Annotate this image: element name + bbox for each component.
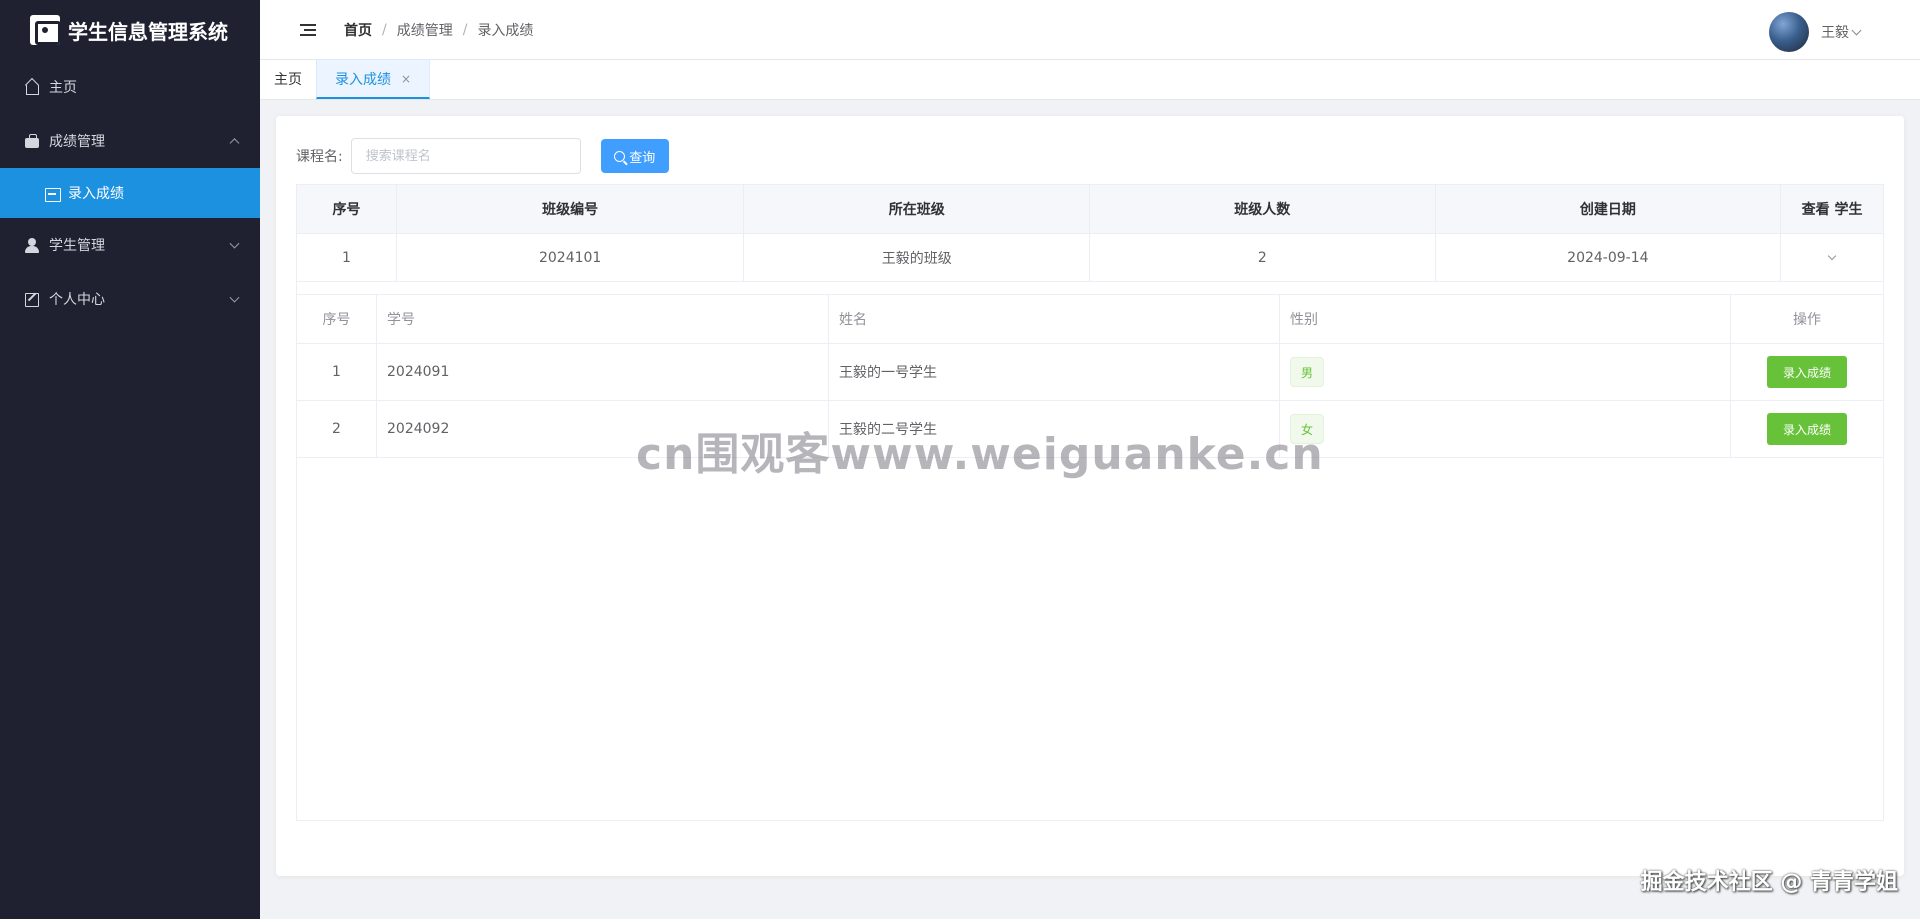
page-tabs: 主页 录入成绩 ×: [260, 59, 1920, 100]
tab-enter-grades[interactable]: 录入成绩 ×: [316, 59, 431, 99]
breadcrumb-grade-management: 成绩管理: [396, 22, 453, 39]
class-table: 序号 班级编号 所在班级 班级人数 创建日期 查看 学生 1 2024101 王…: [296, 184, 1884, 282]
logo-icon: [30, 15, 60, 45]
query-button[interactable]: 查询: [600, 139, 669, 173]
tab-home[interactable]: 主页: [260, 59, 316, 99]
column-header: 序号: [297, 295, 377, 343]
column-header: 性别: [1280, 295, 1731, 343]
table-row[interactable]: 1 2024101 王毅的班级 2 2024-09-14: [297, 233, 1883, 281]
watermark-center: cn围观客www.weiguanke.cn: [636, 429, 1324, 480]
column-header: 班级编号: [397, 185, 745, 233]
enter-grade-button[interactable]: 录入成绩: [1767, 413, 1847, 445]
chevron-down-icon: [1851, 25, 1862, 35]
course-search-input[interactable]: [350, 138, 581, 174]
sidebar-item-label: 成绩管理: [49, 134, 105, 150]
tab-label: 主页: [274, 72, 302, 88]
cell-index: 2: [297, 401, 377, 457]
sidebar-item-label: 学生管理: [49, 238, 105, 254]
briefcase-icon: [24, 133, 40, 149]
sidebar-item-grade-management[interactable]: 成绩管理: [0, 114, 260, 168]
cell-index: 1: [297, 344, 377, 400]
cell-created-date: 2024-09-14: [1436, 234, 1782, 281]
search-label: 课程名:: [296, 149, 343, 165]
top-header: 首页 / 成绩管理 / 录入成绩 王毅: [260, 0, 1920, 60]
menu-fold-icon[interactable]: [300, 23, 316, 37]
table-header: 序号 学号 姓名 性别 操作: [297, 295, 1883, 343]
tab-label: 录入成绩: [335, 71, 391, 88]
chevron-down-icon: [229, 238, 240, 249]
sidebar-subitem-enter-grades[interactable]: 录入成绩: [0, 168, 260, 218]
edit-icon: [24, 291, 40, 307]
cell-student-name: 王毅的一号学生: [829, 344, 1280, 400]
column-header: 操作: [1793, 312, 1821, 328]
breadcrumb-separator: /: [382, 21, 387, 38]
chevron-down-icon: [229, 292, 240, 303]
sidebar-item-home[interactable]: 主页: [0, 60, 260, 114]
column-header: 所在班级: [744, 185, 1090, 233]
cell-gender: 女: [1280, 401, 1731, 457]
cell-count: 2: [1090, 234, 1436, 281]
sidebar-item-label: 主页: [49, 80, 77, 96]
breadcrumb: 首页 / 成绩管理 / 录入成绩: [344, 20, 533, 40]
column-header: 姓名: [829, 295, 1280, 343]
breadcrumb-current: 录入成绩: [477, 22, 534, 39]
column-header: 学号: [377, 295, 829, 343]
cell-student-no: 2024091: [377, 344, 829, 400]
search-bar: 课程名: 查询: [296, 138, 669, 174]
user-icon: [24, 237, 40, 253]
search-icon: [614, 150, 626, 162]
sidebar: 学生信息管理系统 主页 成绩管理 录入成绩 学生管理 个人中心: [0, 0, 260, 919]
expanded-student-panel: 序号 学号 姓名 性别 操作 1 2024091 王毅的一号学生 男 录入成绩 …: [296, 281, 1884, 821]
cell-gender: 男: [1280, 344, 1731, 400]
cell-index: 1: [297, 234, 397, 281]
app-title: 学生信息管理系统: [68, 19, 228, 44]
sidebar-item-student-management[interactable]: 学生管理: [0, 218, 260, 272]
column-header: 序号: [297, 185, 397, 233]
query-button-label: 查询: [629, 150, 656, 166]
home-icon: [24, 79, 40, 95]
table-row: 1 2024091 王毅的一号学生 男 录入成绩: [297, 343, 1883, 400]
enter-grade-button[interactable]: 录入成绩: [1767, 356, 1847, 388]
expand-row-button[interactable]: [1781, 234, 1883, 281]
sidebar-item-label: 录入成绩: [68, 186, 124, 202]
table-header: 序号 班级编号 所在班级 班级人数 创建日期 查看 学生: [297, 185, 1883, 233]
column-header: 查看 学生: [1801, 202, 1863, 218]
column-header: 班级人数: [1090, 185, 1436, 233]
breadcrumb-separator: /: [462, 21, 468, 38]
sidebar-item-personal-center[interactable]: 个人中心: [0, 272, 260, 326]
app-logo: 学生信息管理系统: [0, 0, 260, 60]
cell-actions: 录入成绩: [1731, 401, 1883, 457]
user-dropdown[interactable]: 王毅: [1769, 12, 1862, 52]
breadcrumb-home[interactable]: 首页: [344, 20, 372, 40]
cell-class-no: 2024101: [397, 234, 745, 281]
chevron-up-icon: [229, 138, 240, 149]
content-card: 课程名: 查询 序号 班级编号 所在班级 班级人数 创建日期 查看 学生 1 2…: [276, 116, 1904, 876]
chevron-down-icon: [1827, 251, 1837, 261]
watermark-corner: 掘金技术社区 @ 青青学姐: [1640, 870, 1898, 895]
cell-actions: 录入成绩: [1731, 344, 1883, 400]
sidebar-item-label: 个人中心: [49, 292, 105, 308]
column-header: 创建日期: [1436, 185, 1782, 233]
avatar[interactable]: [1769, 12, 1809, 52]
folder-icon: [44, 186, 61, 202]
close-icon[interactable]: ×: [401, 72, 411, 86]
user-name[interactable]: 王毅: [1821, 22, 1849, 42]
gender-tag: 男: [1290, 357, 1324, 387]
cell-class-name: 王毅的班级: [744, 234, 1090, 281]
